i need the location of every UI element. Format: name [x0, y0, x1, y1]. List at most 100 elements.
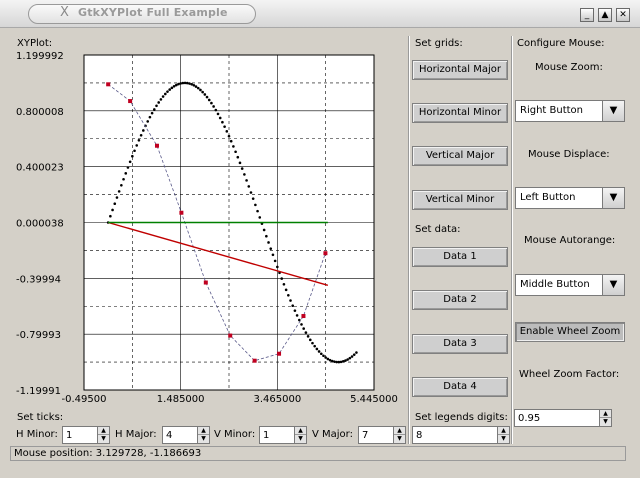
spin-buttons[interactable]: ▲ ▼: [197, 427, 209, 443]
sine-series-point: [148, 115, 152, 119]
sine-series-point: [304, 331, 308, 334]
sine-series-point: [234, 150, 237, 154]
spin-up-icon[interactable]: ▲: [394, 427, 405, 435]
sine-series-point: [293, 309, 297, 312]
data-4-button[interactable]: Data 4: [412, 377, 508, 397]
mouse-autorange-value: Middle Button: [520, 279, 590, 290]
spin-up-icon[interactable]: ▲: [295, 427, 306, 435]
sine-series-point: [232, 145, 235, 148]
mouse-displace-select[interactable]: Left Button ▼: [515, 187, 625, 209]
mouse-autorange-select[interactable]: Middle Button ▼: [515, 274, 625, 296]
sine-series-point: [249, 191, 253, 194]
mouse-zoom-select[interactable]: Right Button ▼: [515, 100, 625, 122]
spin-buttons[interactable]: ▲ ▼: [97, 427, 109, 443]
sine-series-point: [262, 228, 266, 232]
grid-vertical-minor-button[interactable]: Vertical Minor: [412, 190, 508, 210]
maximize-button[interactable]: ▲: [598, 8, 612, 22]
data-2-button[interactable]: Data 2: [412, 290, 508, 310]
sine-series-point: [254, 203, 257, 207]
wheel-zoom-factor-value: 0.95: [518, 413, 541, 424]
y-tick-label: 1.199992: [16, 51, 64, 62]
h-major-spinner[interactable]: 4 ▲ ▼: [162, 426, 210, 444]
y-tick-label: -1.19991: [16, 386, 61, 397]
sine-series-point: [221, 120, 224, 124]
sine-series-point: [267, 241, 270, 244]
xy-plot[interactable]: 1.199992 0.800008 0.400023 0.000038 -0.39994…: [14, 46, 412, 408]
spin-buttons[interactable]: ▲ ▼: [294, 427, 306, 443]
sine-series-point: [201, 90, 204, 94]
chevron-down-icon[interactable]: ▼: [602, 188, 624, 208]
grid-vertical-major-button[interactable]: Vertical Major: [412, 146, 508, 166]
sine-series-point: [157, 101, 160, 104]
sine-series-point: [240, 167, 244, 170]
chevron-down-icon[interactable]: ▼: [602, 101, 624, 121]
sine-series-point: [348, 356, 352, 360]
sine-series-point: [238, 161, 242, 165]
spin-up-icon[interactable]: ▲: [498, 427, 509, 435]
spin-up-icon[interactable]: ▲: [98, 427, 109, 435]
sine-series-point: [128, 160, 132, 164]
v-minor-label: V Minor:: [214, 429, 256, 440]
sine-series-point: [311, 341, 314, 345]
sine-series-point: [346, 358, 349, 361]
window-titlebar[interactable]: X GtkXYPlot Full Example _ ▲ ✕: [0, 0, 640, 28]
v-major-spinner[interactable]: 7 ▲ ▼: [358, 426, 406, 444]
spin-up-icon[interactable]: ▲: [198, 427, 209, 435]
window-title: GtkXYPlot Full Example: [78, 6, 228, 19]
grid-horizontal-minor-button[interactable]: Horizontal Minor: [412, 103, 508, 123]
mouse-zoom-label: Mouse Zoom:: [535, 62, 603, 73]
sine-series-point: [177, 82, 180, 86]
sine-series-point: [271, 253, 275, 257]
minimize-button[interactable]: _: [580, 8, 594, 22]
spin-down-icon[interactable]: ▼: [198, 435, 209, 443]
mouse-zoom-value: Right Button: [520, 105, 584, 116]
sine-series-point: [146, 120, 150, 123]
h-minor-spinner[interactable]: 1 ▲ ▼: [62, 426, 110, 444]
sine-series-point: [166, 90, 169, 93]
enable-wheel-zoom-toggle[interactable]: Enable Wheel Zoom: [515, 322, 625, 342]
v-minor-spinner[interactable]: 1 ▲ ▼: [259, 426, 307, 444]
data-3-button[interactable]: Data 3: [412, 334, 508, 354]
spin-up-icon[interactable]: ▲: [600, 410, 611, 418]
grid-horizontal-major-button[interactable]: Horizontal Major: [412, 60, 508, 80]
h-major-label: H Major:: [115, 429, 157, 440]
v-major-label: V Major:: [312, 429, 353, 440]
y-tick-label: -0.39994: [16, 274, 61, 285]
spin-down-icon[interactable]: ▼: [98, 435, 109, 443]
spin-buttons[interactable]: ▲ ▼: [497, 427, 509, 443]
mouse-displace-label: Mouse Displace:: [528, 149, 610, 160]
spin-down-icon[interactable]: ▼: [394, 435, 405, 443]
sine-series-point: [330, 359, 334, 363]
data-1-button[interactable]: Data 1: [412, 247, 508, 267]
sine-series-point: [155, 104, 158, 108]
sine-series-point: [324, 356, 327, 359]
sine-series-point: [295, 314, 299, 317]
chevron-down-icon[interactable]: ▼: [602, 275, 624, 295]
spin-down-icon[interactable]: ▼: [600, 418, 611, 426]
xy-plot-canvas[interactable]: 1.199992 0.800008 0.400023 0.000038 -0.39994…: [14, 46, 412, 408]
x-tick-label: 3.465000: [253, 394, 301, 405]
sine-series-point: [142, 129, 145, 132]
set-data-title: Set data:: [414, 224, 462, 235]
sine-series-point: [355, 351, 358, 354]
sine-series-point: [172, 85, 176, 88]
panel-divider: [408, 36, 410, 444]
sine-series-point: [115, 196, 119, 199]
sine-series-point: [223, 125, 226, 128]
sine-series-point: [289, 299, 292, 302]
sine-series-point: [273, 259, 277, 263]
wheel-zoom-factor-spinner[interactable]: 0.95 ▲ ▼: [514, 409, 612, 427]
sine-series-point: [122, 177, 125, 181]
sine-series-point: [111, 208, 114, 212]
legend-digits-spinner[interactable]: 8 ▲ ▼: [412, 426, 510, 444]
sine-series-point: [258, 216, 262, 219]
close-button[interactable]: ✕: [616, 8, 630, 22]
sine-series-point: [306, 335, 310, 338]
sine-series-point: [227, 134, 231, 138]
sine-series-point: [350, 355, 354, 358]
spin-down-icon[interactable]: ▼: [295, 435, 306, 443]
v-major-value: 7: [362, 430, 369, 441]
spin-buttons[interactable]: ▲ ▼: [393, 427, 405, 443]
spin-buttons[interactable]: ▲ ▼: [599, 410, 611, 426]
spin-down-icon[interactable]: ▼: [498, 435, 509, 443]
